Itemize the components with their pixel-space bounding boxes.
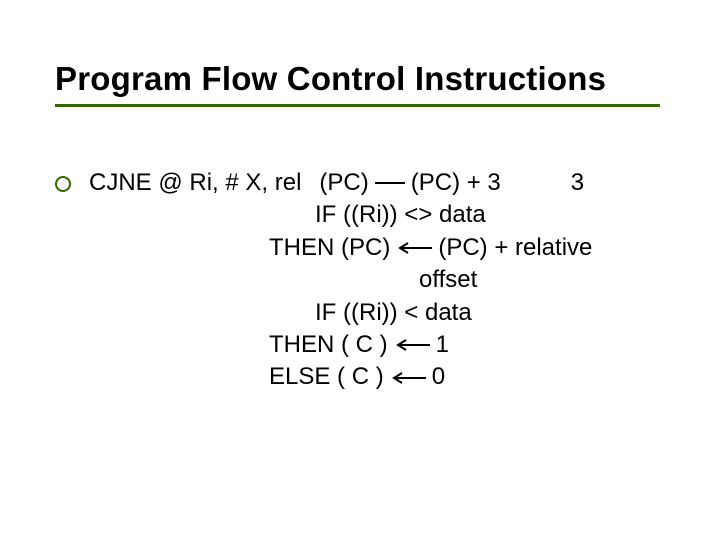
if-ri-ne: IF ((Ri)) <> data [269, 199, 486, 231]
then-c-lhs: THEN ( C ) [269, 329, 388, 361]
title-block: Program Flow Control Instructions [55, 60, 680, 107]
pc-lhs: (PC) [319, 167, 368, 199]
then-pc-rhs: (PC) + relative [438, 232, 592, 264]
instr-prefix: CJNE @ Ri, # X, rel [89, 167, 301, 199]
page-title: Program Flow Control Instructions [55, 60, 680, 98]
if-ri-lt: IF ((Ri)) < data [269, 297, 472, 329]
line-offset: offset [89, 264, 680, 296]
indent-block: IF ((Ri)) <> data THEN (PC) (PC) + relat… [89, 199, 680, 264]
arrow-left-icon [388, 371, 428, 385]
title-underline [55, 104, 660, 107]
line-if-lt: IF ((Ri)) < data [269, 297, 680, 329]
bullet-row: CJNE @ Ri, # X, rel (PC) (PC) + 3 3 IF (… [55, 167, 680, 394]
indent-block-2: IF ((Ri)) < data THEN ( C ) 1 [89, 297, 680, 394]
then-pc-lhs: THEN (PC) [269, 232, 390, 264]
line-instr: CJNE @ Ri, # X, rel (PC) (PC) + 3 3 [89, 167, 680, 199]
else-c-rhs: 0 [432, 361, 445, 393]
line-if-ne: IF ((Ri)) <> data [269, 199, 680, 231]
body: CJNE @ Ri, # X, rel (PC) (PC) + 3 3 IF (… [55, 167, 680, 394]
pc-rhs: (PC) + 3 [411, 167, 501, 199]
slide: Program Flow Control Instructions CJNE @… [0, 0, 720, 540]
cycle-count: 3 [571, 167, 584, 199]
line-then-c: THEN ( C ) 1 [269, 329, 680, 361]
bullet-content: CJNE @ Ri, # X, rel (PC) (PC) + 3 3 IF (… [89, 167, 680, 394]
arrow-left-icon [392, 338, 432, 352]
line-then-pc: THEN (PC) (PC) + relative [269, 232, 680, 264]
then-c-rhs: 1 [436, 329, 449, 361]
offset-word: offset [419, 264, 477, 296]
arrow-left-icon [373, 176, 407, 190]
bullet-icon [55, 176, 71, 192]
line-else-c: ELSE ( C ) 0 [269, 361, 680, 393]
arrow-left-icon [394, 241, 434, 255]
else-c-lhs: ELSE ( C ) [269, 361, 384, 393]
